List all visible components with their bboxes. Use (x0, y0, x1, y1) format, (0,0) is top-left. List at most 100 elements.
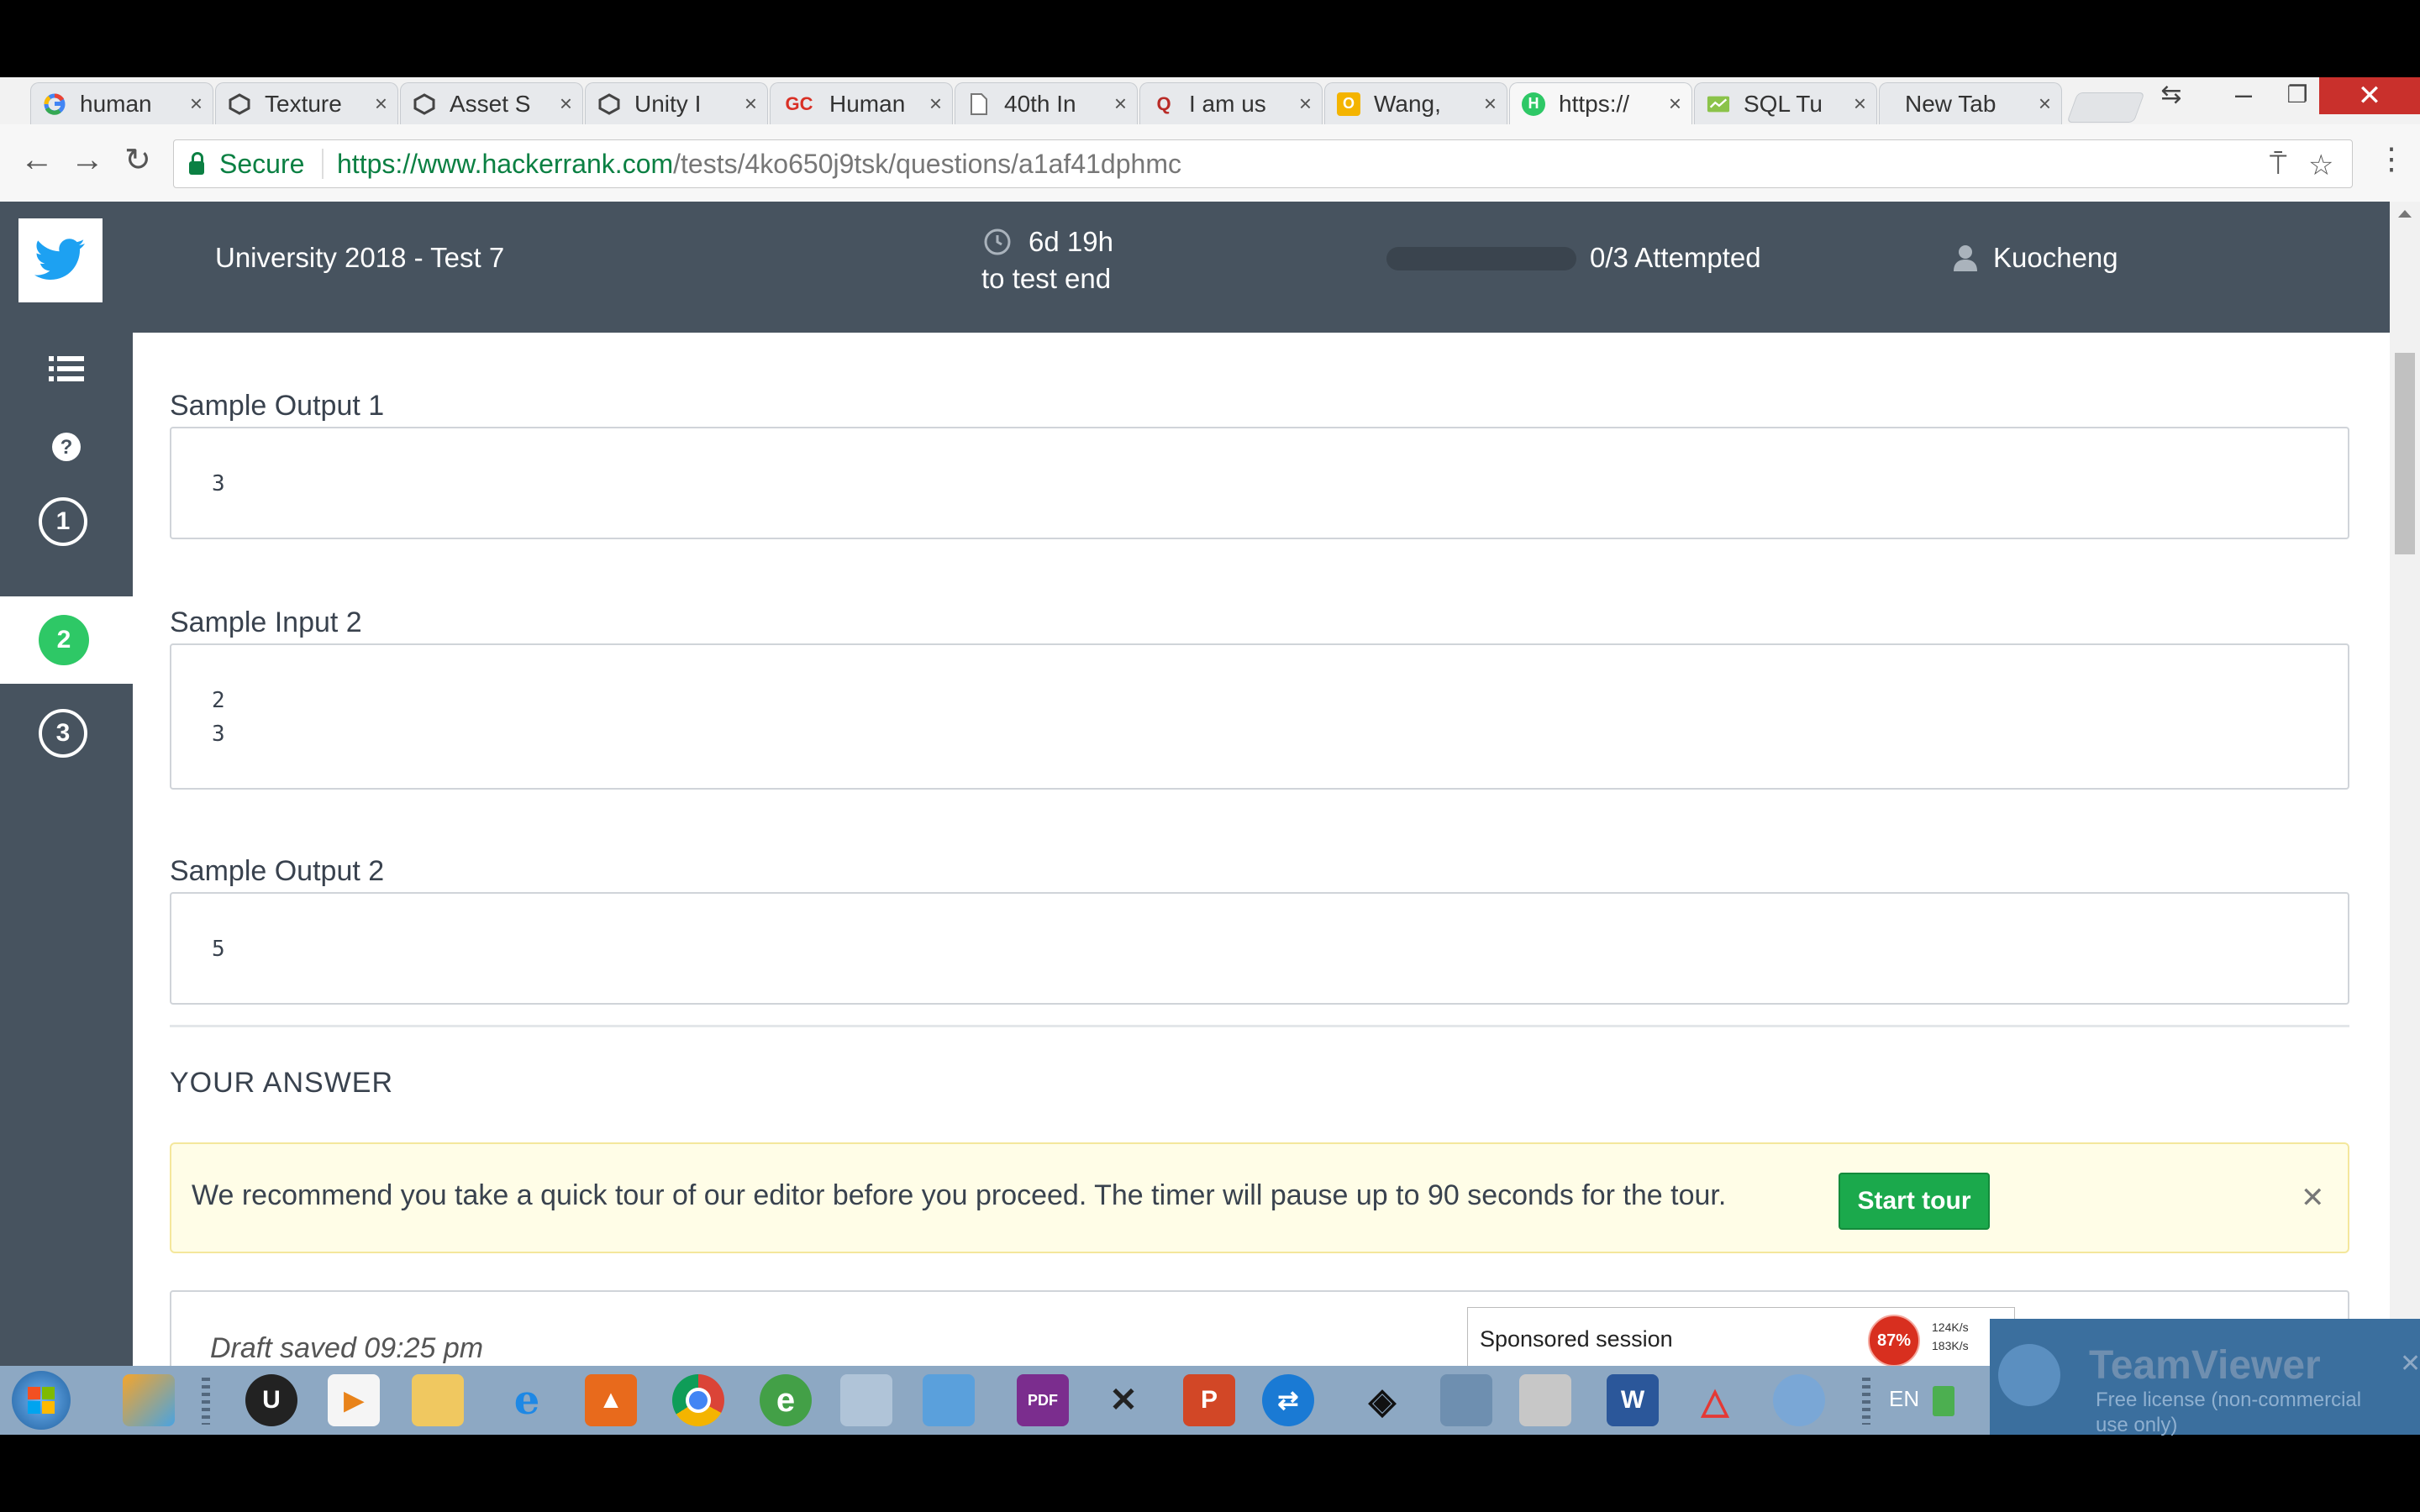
browser-tab[interactable]: Asset S × (400, 82, 583, 124)
start-tour-button[interactable]: Start tour (1839, 1173, 1990, 1230)
browser-tab[interactable]: New Tab × (1879, 82, 2062, 124)
list-icon[interactable] (0, 354, 133, 383)
lock-icon (189, 151, 204, 175)
clock-icon (984, 228, 1011, 255)
tab-title: https:// (1559, 90, 1630, 117)
question-1-button[interactable]: 1 (39, 497, 87, 546)
app-icon[interactable] (1519, 1374, 1571, 1426)
sample-line: 3 (212, 471, 225, 496)
media-player-icon[interactable]: ▶ (328, 1374, 380, 1426)
close-icon[interactable]: ✕ (2400, 1349, 2420, 1378)
browser-tab[interactable]: Q I am us × (1139, 82, 1323, 124)
browser-tab[interactable]: human × (30, 82, 213, 124)
browser-icon[interactable]: e (760, 1374, 812, 1426)
reload-icon[interactable]: ↻ (124, 141, 151, 179)
word-icon[interactable]: W (1607, 1374, 1659, 1426)
svg-text:?: ? (60, 436, 73, 459)
window-close-icon[interactable]: ✕ (2319, 77, 2420, 114)
tab-title: Wang, (1374, 90, 1441, 117)
extension-pin-icon[interactable]: ⍑ (2270, 149, 2286, 181)
adobe-icon[interactable]: △ (1689, 1374, 1741, 1426)
tab-close-icon[interactable]: × (2039, 91, 2051, 117)
tab-close-icon[interactable]: × (375, 91, 387, 117)
bookmark-star-icon[interactable]: ☆ (2308, 149, 2333, 182)
app-icon[interactable] (1773, 1374, 1825, 1426)
browser-tab[interactable]: 40th In × (955, 82, 1138, 124)
user-icon (1954, 245, 1977, 271)
forward-arrow-icon[interactable]: → (71, 141, 104, 179)
unity-icon (413, 92, 436, 116)
x-app-icon[interactable]: ✕ (1097, 1374, 1150, 1426)
sponsored-label: Sponsored session (1480, 1326, 1673, 1352)
language-indicator[interactable]: EN (1889, 1386, 1919, 1412)
scroll-up-arrow-icon[interactable] (2398, 210, 2412, 218)
tab-close-icon[interactable]: × (744, 91, 757, 117)
browser-tab-active[interactable]: H https:// × (1509, 82, 1692, 124)
matlab-icon[interactable]: ▲ (585, 1374, 637, 1426)
start-button-icon[interactable] (12, 1371, 71, 1430)
teamviewer-logo-icon (1998, 1344, 2060, 1406)
tab-close-icon[interactable]: × (1854, 91, 1866, 117)
app-icon[interactable] (1440, 1374, 1492, 1426)
teamviewer-icon[interactable]: ⇄ (1262, 1374, 1314, 1426)
teamviewer-banner: TeamViewer Free license (non-commercial … (1990, 1319, 2420, 1436)
address-divider (322, 149, 324, 179)
powerpoint-icon[interactable]: P (1183, 1374, 1235, 1426)
tab-close-icon[interactable]: × (560, 91, 572, 117)
question-2-item-active[interactable]: 2 (0, 596, 133, 684)
tab-title: Asset S (450, 90, 531, 117)
tab-close-icon[interactable]: × (1114, 91, 1127, 117)
sample-output-1-label: Sample Output 1 (170, 390, 385, 422)
user-menu[interactable]: Kuocheng (1953, 242, 2118, 274)
timer-value: 6d 19h (1028, 226, 1113, 257)
profile-switch-icon[interactable]: ⇆ (2138, 77, 2205, 111)
tab-title: SQL Tu (1744, 90, 1823, 117)
close-icon[interactable]: ✕ (2301, 1181, 2325, 1215)
battery-icon[interactable] (1933, 1386, 1954, 1416)
sample-output-1-box: 3 (170, 427, 2349, 539)
new-tab-button[interactable] (2066, 92, 2145, 123)
test-header: University 2018 - Test 7 6d 19h to test … (0, 202, 2390, 333)
browser-tab[interactable]: GC Human × (770, 82, 953, 124)
tab-close-icon[interactable]: × (929, 91, 942, 117)
tab-title: I am us (1189, 90, 1266, 117)
internet-explorer-icon[interactable]: e (501, 1374, 553, 1426)
tab-title: 40th In (1004, 90, 1076, 117)
browser-menu-icon[interactable]: ⋮ (2376, 141, 2407, 176)
quora-icon: Q (1156, 92, 1171, 114)
file-explorer-icon[interactable] (412, 1374, 464, 1426)
unreal-engine-icon[interactable]: U (245, 1374, 297, 1426)
pdf-icon[interactable]: PDF (1017, 1374, 1069, 1426)
tab-close-icon[interactable]: × (1669, 91, 1681, 117)
attempt-progress-bar (1386, 247, 1576, 270)
notepad-icon[interactable] (840, 1374, 892, 1426)
tab-close-icon[interactable]: × (190, 91, 203, 117)
help-icon[interactable]: ? (0, 432, 133, 462)
document-icon (967, 92, 991, 116)
tab-close-icon[interactable]: × (1299, 91, 1312, 117)
back-arrow-icon[interactable]: ← (20, 141, 54, 179)
tab-title: Unity I (634, 90, 702, 117)
page-scrollbar[interactable] (2390, 202, 2420, 1366)
question-3-button[interactable]: 3 (39, 709, 87, 758)
test-timer: 6d 19h to test end (981, 223, 1113, 297)
test-title: University 2018 - Test 7 (215, 242, 505, 273)
browser-tab[interactable]: O Wang, × (1324, 82, 1507, 124)
address-bar[interactable]: Secure https://www.hackerrank.com/tests/… (173, 139, 2353, 188)
chrome-icon[interactable] (672, 1374, 724, 1426)
browser-tab[interactable]: SQL Tu × (1694, 82, 1877, 124)
scroll-thumb[interactable] (2395, 353, 2415, 554)
network-icon[interactable] (923, 1374, 975, 1426)
sample-output-2-box: 5 (170, 892, 2349, 1005)
secure-indicator[interactable]: Secure (189, 149, 304, 180)
url-text[interactable]: https://www.hackerrank.com/tests/4ko650j… (337, 149, 1181, 180)
unity-icon[interactable]: ◈ (1356, 1374, 1408, 1426)
browser-tab[interactable]: Unity I × (585, 82, 768, 124)
teamviewer-title: TeamViewer (2089, 1343, 2321, 1388)
hackerrank-page: University 2018 - Test 7 6d 19h to test … (0, 202, 2390, 1366)
browser-tab[interactable]: Texture × (215, 82, 398, 124)
app-icon[interactable] (123, 1374, 175, 1426)
tab-close-icon[interactable]: × (1484, 91, 1497, 117)
gc-icon: GC (785, 92, 813, 114)
question-2-button[interactable]: 2 (39, 615, 89, 665)
